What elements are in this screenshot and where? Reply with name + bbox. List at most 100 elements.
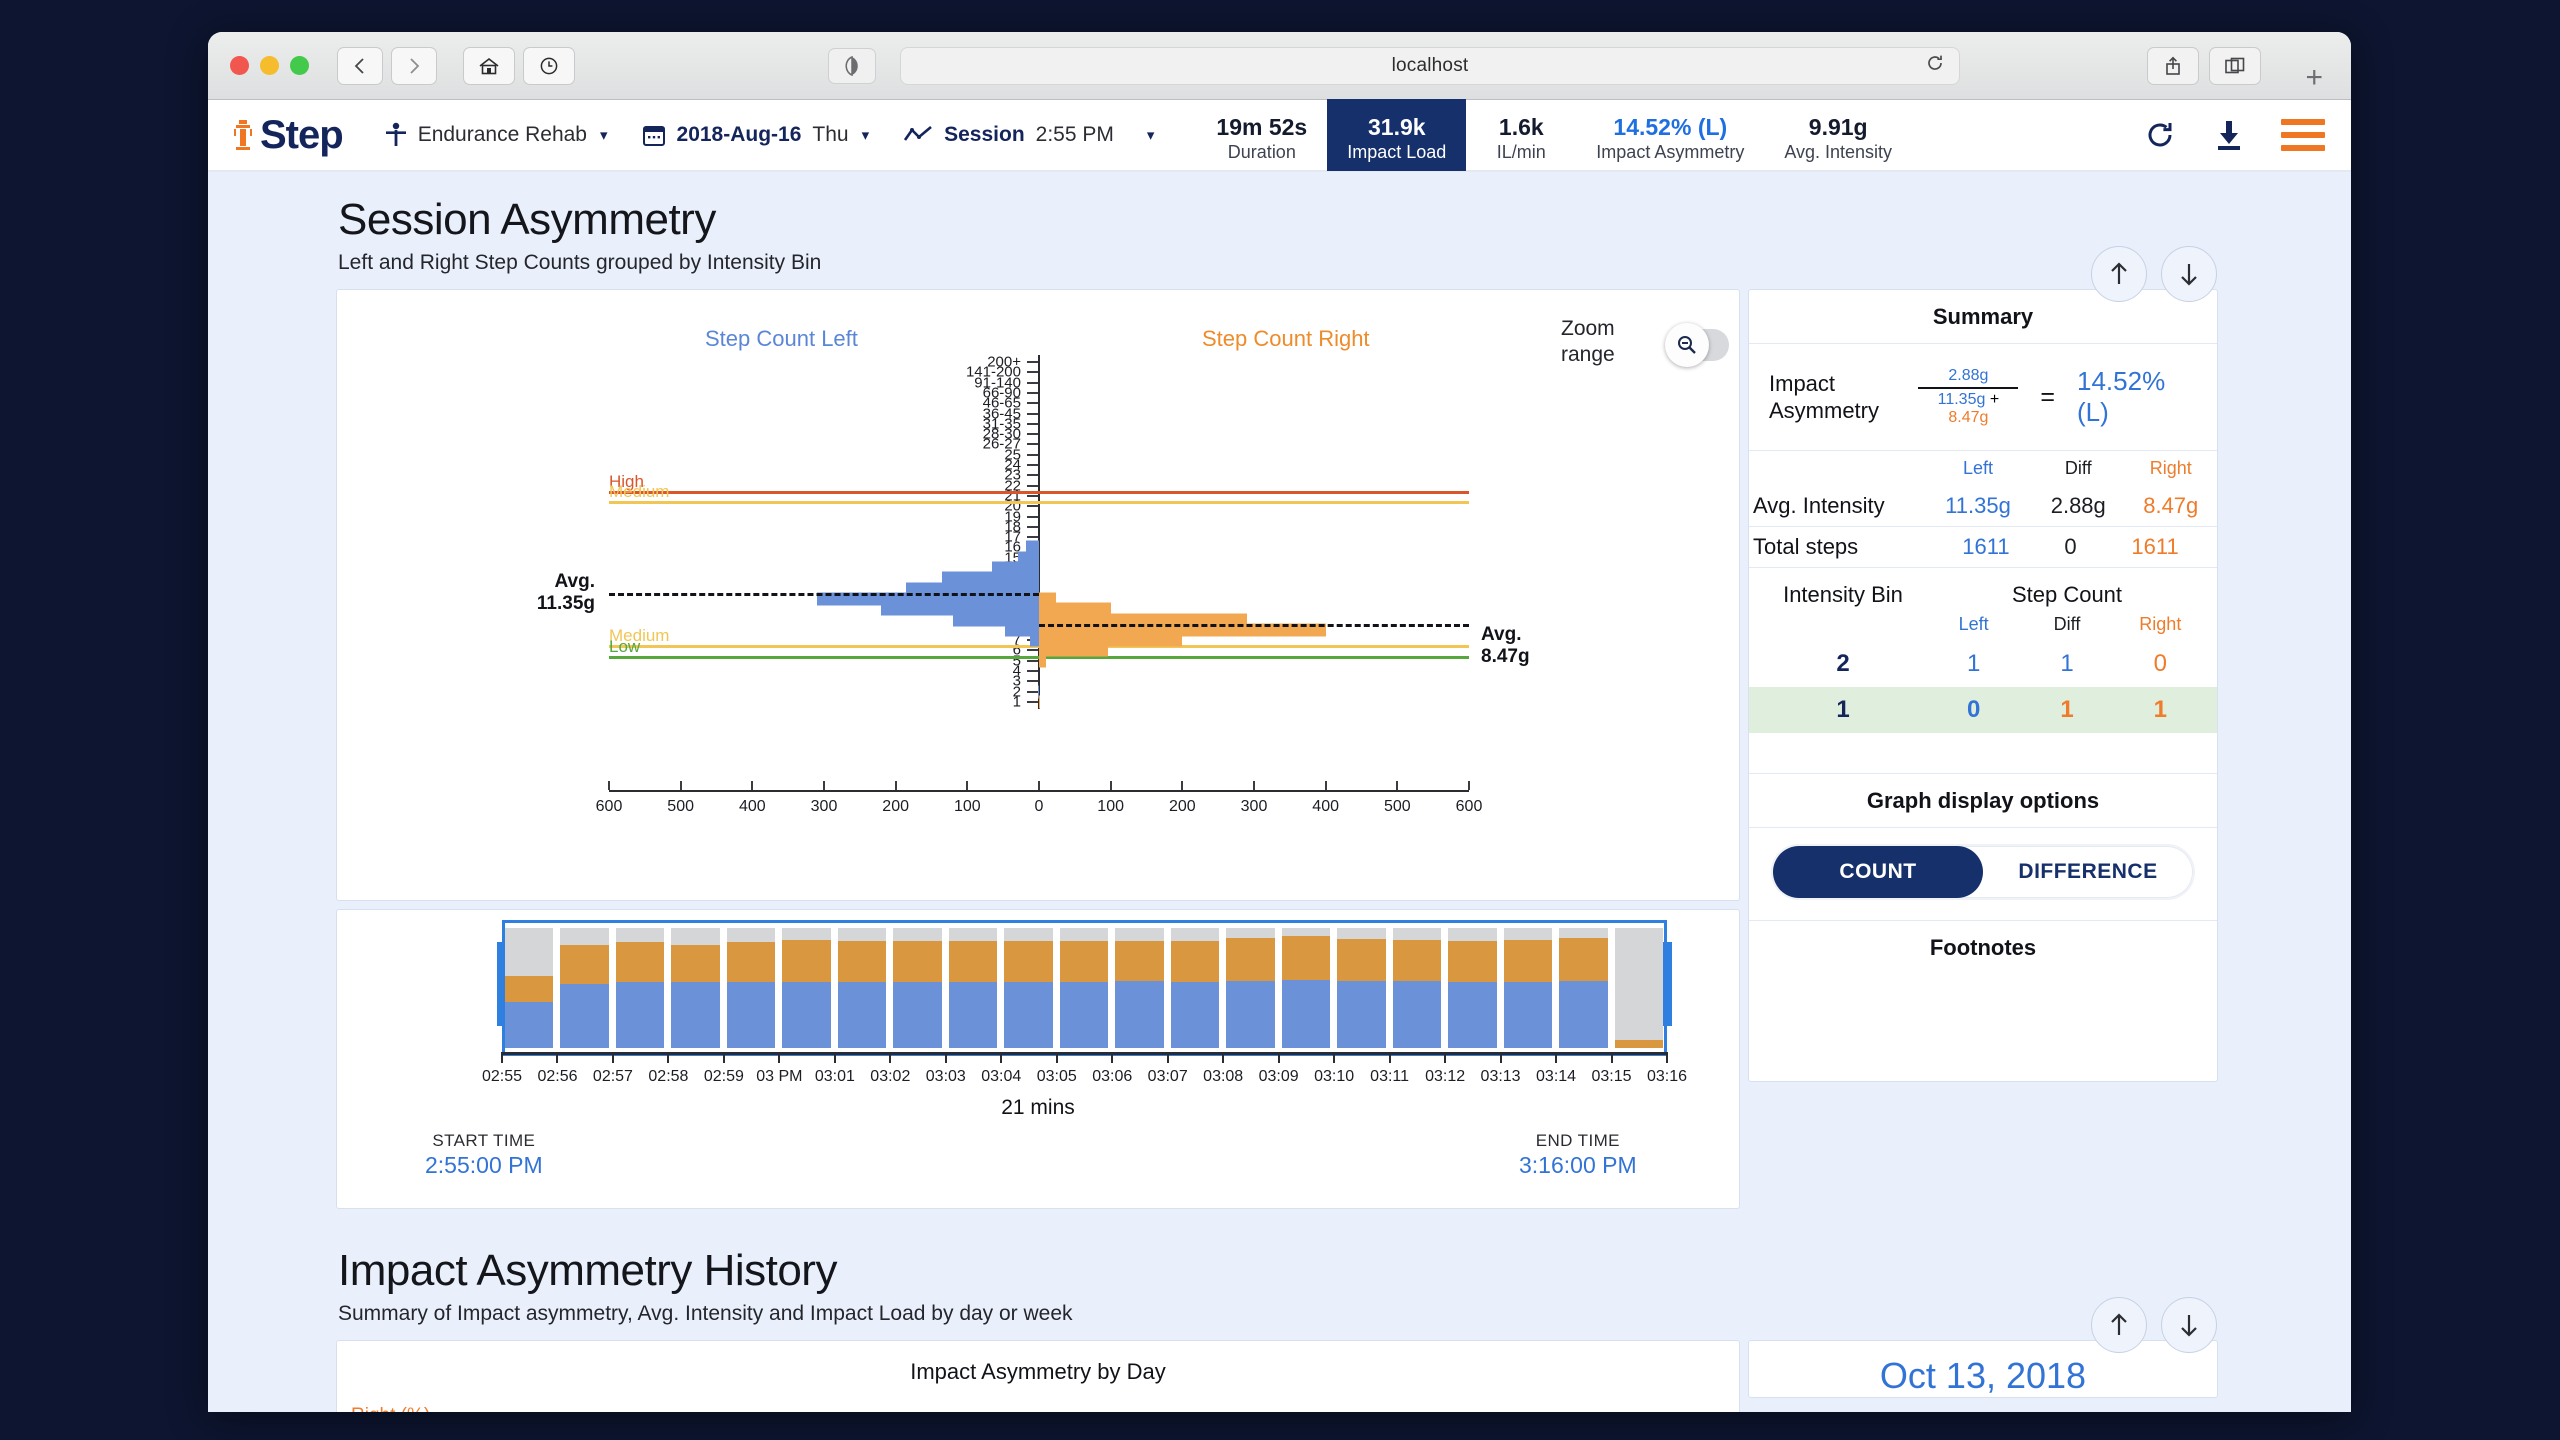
timeline-column[interactable]	[1226, 928, 1275, 1049]
x-axis-tickmark	[1324, 781, 1327, 791]
session-selector[interactable]: Session 2:55 PM ▾	[903, 123, 1154, 147]
asymmetry-plot[interactable]: 200+ 141-200 91-140 66-90 46-65 36-45 31-35 28-…	[337, 290, 1739, 900]
new-tab-button[interactable]: +	[2305, 63, 2323, 93]
refresh-icon[interactable]	[2143, 118, 2177, 152]
shortcut-buttons	[463, 46, 575, 85]
forward-button[interactable]	[391, 46, 437, 85]
timeline-column[interactable]	[1448, 928, 1497, 1049]
denominator-right: 8.47g	[1948, 409, 1989, 427]
timeline-time-label: 03 PM	[756, 1068, 803, 1086]
row-right-value: 8.47g	[2143, 493, 2199, 519]
timeline-column[interactable]	[1281, 928, 1331, 1049]
app-logo[interactable]: Step	[230, 112, 344, 158]
bin-row[interactable]: 2 1 1 0	[1749, 641, 2217, 687]
equals-sign: =	[2040, 382, 2056, 411]
bin-number: 1	[1836, 696, 1850, 724]
timeline-column[interactable]	[1337, 928, 1386, 1049]
scroll-up-button[interactable]	[2091, 246, 2147, 303]
show-tabs-button[interactable]	[2209, 46, 2261, 85]
scroll-down-button[interactable]	[2161, 246, 2217, 303]
timeline-column[interactable]	[1614, 928, 1663, 1049]
graph-display-toggle[interactable]: COUNT DIFFERENCE	[1771, 844, 2195, 901]
address-bar[interactable]: localhost	[900, 46, 1960, 85]
asymmetry-chart-card: Step Count Left Step Count Right Zoom ra…	[336, 289, 1740, 902]
arrow-down-icon	[2181, 1315, 2197, 1337]
bar-right[interactable]	[1039, 643, 1108, 657]
minimize-window-button[interactable]	[260, 56, 279, 75]
app-navigation-bar: Step Endurance Rehab ▾ 2018-Aug-16 Thu ▾…	[208, 99, 2351, 172]
timeline-right-segment	[1059, 941, 1109, 983]
download-icon[interactable]	[2213, 118, 2245, 152]
history-chart-card: Impact Asymmetry by Day Right (%)	[336, 1340, 1740, 1412]
average-label-text: Avg.	[1481, 623, 1522, 645]
metric-impact-asymmetry[interactable]: 14.52% (L) Impact Asymmetry	[1576, 99, 1764, 171]
metric-impact-load[interactable]: 31.9k Impact Load	[1327, 99, 1467, 171]
summary-scroll-controls	[2091, 246, 2217, 303]
timeline-column[interactable]	[560, 928, 609, 1049]
timeline-column[interactable]	[615, 928, 665, 1049]
timeline-column[interactable]	[1559, 928, 1608, 1049]
row-label: Avg. Intensity	[1753, 493, 1885, 519]
timeline-column[interactable]	[1004, 928, 1053, 1049]
bar-left[interactable]	[1030, 633, 1039, 647]
timeline-column[interactable]	[782, 928, 831, 1049]
y-axis-tickmark	[1027, 494, 1038, 497]
hamburger-menu-icon[interactable]	[2281, 119, 2325, 151]
timeline-duration-label: 21 mins	[1001, 1096, 1075, 1120]
step-count-col-header: Step Count	[2011, 582, 2123, 608]
timeline-column[interactable]	[1059, 928, 1109, 1049]
maximize-window-button[interactable]	[290, 56, 309, 75]
x-axis-tickmark	[751, 781, 754, 791]
average-annotation-right: Avg. 8.47g	[1481, 624, 1530, 669]
threshold-label-low: Low	[609, 636, 641, 656]
metric-duration[interactable]: 19m 52s Duration	[1196, 99, 1327, 171]
timeline-column[interactable]	[671, 928, 720, 1049]
timeline-right-segment	[1503, 940, 1553, 983]
close-window-button[interactable]	[230, 56, 249, 75]
timeline-column[interactable]	[893, 928, 942, 1049]
threshold-line-medium	[609, 501, 1469, 505]
timeline-column[interactable]	[1115, 928, 1164, 1049]
history-scroll-up-button[interactable]	[2091, 1297, 2147, 1354]
y-axis-tick-label: 1	[1012, 693, 1021, 711]
session-timeline-plot[interactable]: 02:55 02:56 02:57 02:58 02:59 03 PM 03:01 03:02…	[337, 910, 1739, 1208]
bin-sub-diff: Diff	[2053, 614, 2081, 635]
back-button[interactable]	[337, 46, 383, 85]
reload-button[interactable]	[1925, 53, 1945, 79]
metric-il-per-min[interactable]: 1.6k IL/min	[1466, 99, 1576, 171]
bin-table-subheader: Left Diff Right	[1749, 612, 2217, 641]
table-row: Total steps 1611 0 1611	[1749, 527, 2217, 568]
bar-right[interactable]	[1039, 654, 1047, 668]
timeline-column[interactable]	[726, 928, 776, 1049]
timeline-column[interactable]	[1170, 928, 1220, 1049]
timeline-tickmark	[722, 1052, 725, 1064]
bar-right[interactable]	[1039, 695, 1040, 709]
timeline-column[interactable]	[505, 928, 554, 1049]
timeline-column[interactable]	[1392, 928, 1442, 1049]
toggle-option-difference[interactable]: DIFFERENCE	[1983, 846, 2193, 898]
timeline-tickmark	[833, 1052, 836, 1064]
history-scroll-down-button[interactable]	[2161, 1297, 2217, 1354]
arrow-up-icon	[2111, 1313, 2127, 1336]
timeline-column[interactable]	[837, 928, 887, 1049]
timeline-left-segment	[1059, 982, 1109, 1049]
home-button[interactable]	[463, 46, 515, 85]
metric-avg-intensity[interactable]: 9.91g Avg. Intensity	[1764, 99, 1912, 171]
bin-row[interactable]: 1 0 1 1	[1749, 687, 2217, 734]
reader-view-button[interactable]	[828, 47, 876, 84]
timeline-left-segment	[1448, 982, 1497, 1049]
app-logo-text: Step	[260, 112, 344, 157]
timeline-left-segment	[505, 1002, 554, 1049]
history-title: Impact Asymmetry History	[338, 1246, 837, 1296]
average-annotation-left: Avg. 11.35g	[537, 571, 595, 616]
toggle-option-count[interactable]: COUNT	[1773, 846, 1983, 899]
share-button[interactable]	[2147, 46, 2199, 85]
timeline-column[interactable]	[948, 928, 998, 1049]
metric-value: 9.91g	[1808, 114, 1868, 141]
date-selector[interactable]: 2018-Aug-16 Thu ▾	[642, 123, 869, 147]
history-button[interactable]	[523, 46, 575, 85]
timeline-left-segment	[1503, 982, 1553, 1049]
timeline-tickmark	[1000, 1052, 1003, 1064]
athlete-selector[interactable]: Endurance Rehab ▾	[385, 122, 608, 148]
timeline-column[interactable]	[1503, 928, 1553, 1049]
